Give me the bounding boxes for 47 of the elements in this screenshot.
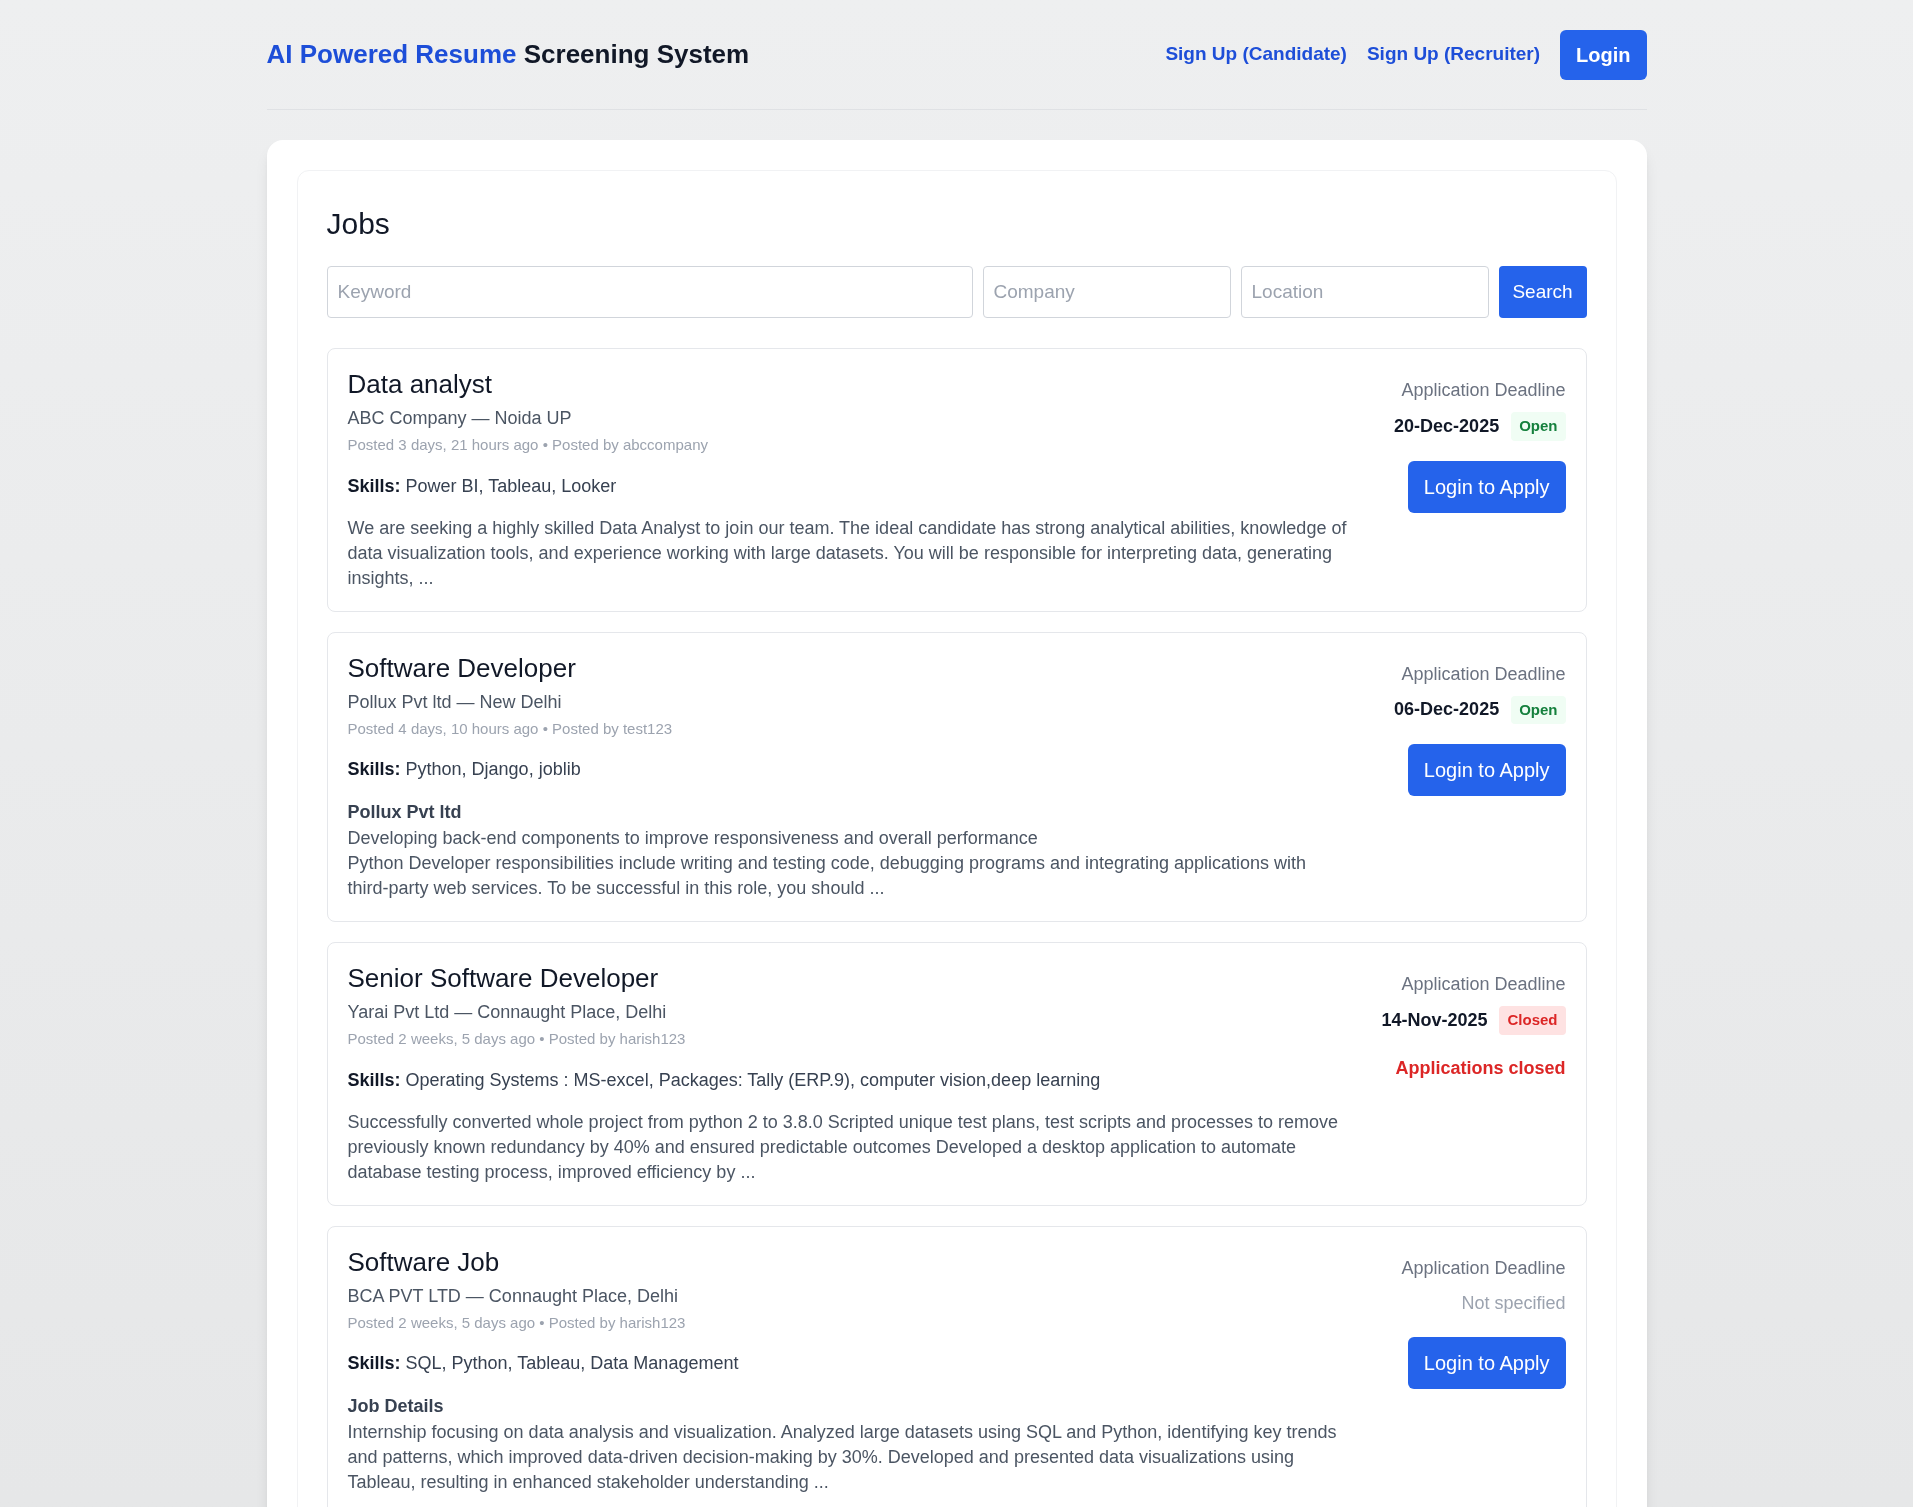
page-title: Jobs — [326, 206, 391, 242]
deadline-label: Application Deadline — [1401, 662, 1566, 686]
login-to-apply-button[interactable]: Login to Apply — [1407, 1336, 1566, 1389]
job-title: Data analyst — [347, 368, 494, 401]
posted-meta: Posted 2 weeks, 5 days ago • Posted by harish123 — [347, 1312, 687, 1333]
company-location: Yarai Pvt Ltd — Connaught Place, Delhi — [347, 1001, 668, 1024]
signup-link[interactable]: Sign Up (Recruiter) — [1366, 40, 1541, 69]
skills-text: Skills: Python, Django, joblib — [347, 758, 582, 781]
status-badge: Open — [1511, 412, 1566, 441]
status-badge: Open — [1511, 695, 1566, 724]
company-location: BCA PVT LTD — Connaught Place, Delhi — [347, 1284, 679, 1308]
deadline-date: 06-Dec-2025 — [1394, 698, 1500, 722]
company-location: ABC Company — Noida UP — [347, 407, 573, 430]
search-field[interactable]: Company — [982, 266, 1231, 318]
job-title: Software Developer — [347, 651, 577, 685]
skills-text: Skills: Power BI, Tableau, Looker — [347, 474, 618, 498]
search-field[interactable]: Location — [1240, 266, 1489, 318]
deadline-label: Application Deadline — [1401, 1256, 1566, 1280]
signup-link[interactable]: Sign Up (Candidate) — [1165, 40, 1347, 69]
skills-text: Skills: SQL, Python, Tableau, Data Management — [347, 1352, 740, 1375]
deadline-date: 14-Nov-2025 — [1381, 1008, 1488, 1032]
deadline-label: Application Deadline — [1401, 973, 1566, 996]
job-description: Developing back-end components to improve responsiveness and overall performance — [347, 827, 1039, 850]
job-description: We are seeking a highly skilled Data Analyst to join our team. The ideal candidate has strong analytical abilities, knowledge of data visualization tools, and experience working with large datasets. You will be responsible for interpreting data, generating insights, ... — [347, 516, 1348, 590]
login-button[interactable]: Login — [1560, 29, 1647, 80]
deadline-date: 20-Dec-2025 — [1394, 414, 1500, 438]
status-badge: Closed — [1499, 1006, 1566, 1035]
login-to-apply-button[interactable]: Login to Apply — [1407, 460, 1566, 513]
applications-closed-note: Applications closed — [1395, 1056, 1566, 1080]
job-description: Successfully converted whole project from python 2 to 3.8.0 Scripted unique test plans, test scripts and processes to remove previously known redundancy by 40% and ensured predictable outcomes Developed a desktop application to automate database testing process, improved efficiency by ... — [347, 1110, 1339, 1184]
posted-meta: Posted 3 days, 21 hours ago • Posted by abccompany — [347, 435, 709, 455]
search-button[interactable]: Search — [1498, 266, 1587, 318]
skills-text: Skills: Operating Systems : MS-excel, Packages: Tally (ERP.9), computer vision,deep learning — [347, 1068, 1102, 1092]
job-description: Python Developer responsibilities include writing and testing code, debugging programs and integrating applications with third-party web services. To be successful in this role, you should ... — [347, 852, 1308, 900]
search-field[interactable]: Keyword — [326, 266, 973, 318]
job-title: Senior Software Developer — [347, 962, 660, 995]
login-to-apply-button[interactable]: Login to Apply — [1407, 744, 1566, 796]
company-location: Pollux Pvt ltd — New Delhi — [347, 690, 563, 714]
site-title: AI Powered Resume Screening System — [266, 38, 750, 71]
deadline-missing: Not specified — [1461, 1291, 1566, 1315]
description-heading: Job Details — [347, 1395, 445, 1418]
posted-meta: Posted 2 weeks, 5 days ago • Posted by harish123 — [347, 1029, 687, 1049]
job-description: Internship focusing on data analysis and visualization. Analyzed large datasets using SQL and Python, identifying key trends and patterns, which improved data-driven decision-making by 30%. Developed and presented data visualizations using Tableau, resulting in enhanced stakeholder understanding ... — [347, 1421, 1338, 1494]
job-title: Software Job — [347, 1245, 501, 1279]
deadline-label: Application Deadline — [1401, 379, 1566, 402]
description-heading: Pollux Pvt ltd — [347, 801, 463, 824]
posted-meta: Posted 4 days, 10 hours ago • Posted by test123 — [347, 718, 674, 739]
